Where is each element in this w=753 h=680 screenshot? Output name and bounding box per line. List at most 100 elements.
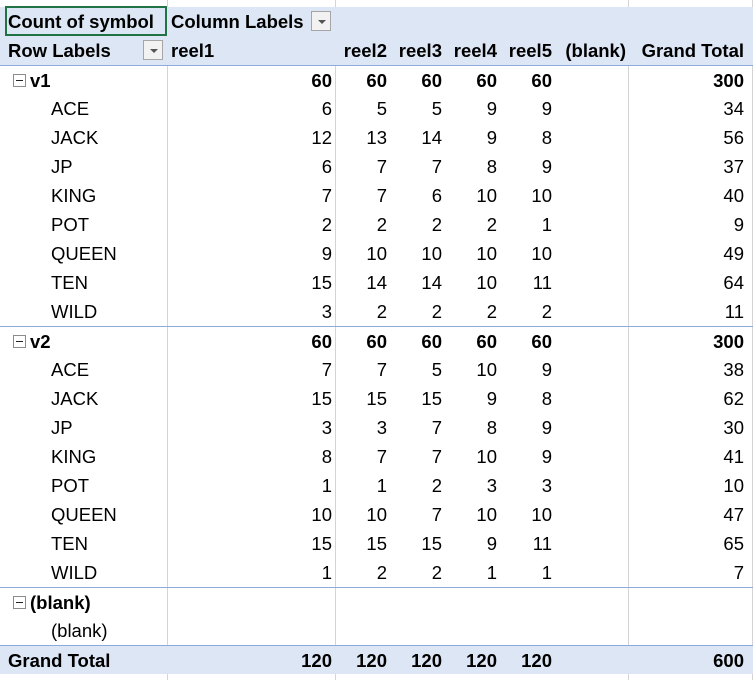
- item-value[interactable]: [556, 210, 626, 239]
- group-total-value[interactable]: 60: [335, 66, 387, 95]
- item-value[interactable]: 9: [445, 529, 497, 558]
- group-label[interactable]: v2: [30, 327, 51, 356]
- column-labels-header[interactable]: Column Labels: [171, 7, 304, 36]
- item-value[interactable]: [556, 616, 626, 645]
- grand-total-value[interactable]: 120: [335, 646, 387, 675]
- item-value[interactable]: 2: [390, 558, 442, 587]
- item-value[interactable]: [628, 616, 744, 645]
- collapse-button[interactable]: [13, 596, 26, 609]
- group-total-value[interactable]: [390, 588, 442, 617]
- item-value[interactable]: 10: [445, 355, 497, 384]
- item-label[interactable]: ACE: [51, 94, 89, 123]
- grand-total-value[interactable]: 120: [280, 646, 332, 675]
- group-total-value[interactable]: 60: [390, 327, 442, 356]
- item-label[interactable]: KING: [51, 442, 96, 471]
- item-value[interactable]: 9: [500, 94, 552, 123]
- group-total-value[interactable]: 60: [445, 327, 497, 356]
- item-value[interactable]: [556, 181, 626, 210]
- grand-total-value[interactable]: 120: [500, 646, 552, 675]
- item-label[interactable]: TEN: [51, 529, 88, 558]
- item-value[interactable]: 2: [390, 297, 442, 326]
- item-value[interactable]: 40: [628, 181, 744, 210]
- item-value[interactable]: 7: [280, 181, 332, 210]
- item-value[interactable]: 3: [335, 413, 387, 442]
- item-value[interactable]: 37: [628, 152, 744, 181]
- item-value[interactable]: 10: [445, 442, 497, 471]
- column-header-reel3[interactable]: reel3: [390, 36, 442, 65]
- group-total-value[interactable]: 60: [335, 327, 387, 356]
- item-value[interactable]: 2: [390, 471, 442, 500]
- item-value[interactable]: [556, 529, 626, 558]
- grand-total-value[interactable]: 120: [445, 646, 497, 675]
- item-value[interactable]: 3: [445, 471, 497, 500]
- item-value[interactable]: 15: [390, 529, 442, 558]
- item-value[interactable]: 1: [280, 471, 332, 500]
- item-value[interactable]: 10: [628, 471, 744, 500]
- item-value[interactable]: 10: [500, 500, 552, 529]
- item-value[interactable]: 49: [628, 239, 744, 268]
- group-total-value[interactable]: 60: [390, 66, 442, 95]
- item-value[interactable]: 13: [335, 123, 387, 152]
- row-labels-header[interactable]: Row Labels: [8, 36, 111, 65]
- item-value[interactable]: 12: [280, 123, 332, 152]
- item-value[interactable]: 8: [500, 384, 552, 413]
- item-value[interactable]: [556, 268, 626, 297]
- item-value[interactable]: [556, 500, 626, 529]
- item-value[interactable]: 15: [390, 384, 442, 413]
- grand-total-value[interactable]: 600: [628, 646, 744, 675]
- grand-total-label[interactable]: Grand Total: [8, 646, 110, 675]
- group-total-value[interactable]: 60: [500, 66, 552, 95]
- item-value[interactable]: 6: [280, 94, 332, 123]
- item-value[interactable]: 2: [445, 210, 497, 239]
- item-value[interactable]: 11: [500, 529, 552, 558]
- item-label[interactable]: QUEEN: [51, 500, 117, 529]
- item-value[interactable]: 3: [500, 471, 552, 500]
- group-total-value[interactable]: [556, 588, 626, 617]
- item-value[interactable]: 10: [445, 181, 497, 210]
- item-value[interactable]: 2: [500, 297, 552, 326]
- item-value[interactable]: 34: [628, 94, 744, 123]
- item-value[interactable]: 41: [628, 442, 744, 471]
- item-value[interactable]: 2: [280, 210, 332, 239]
- column-header-reel5[interactable]: reel5: [500, 36, 552, 65]
- item-label[interactable]: QUEEN: [51, 239, 117, 268]
- item-value[interactable]: 5: [335, 94, 387, 123]
- item-value[interactable]: 8: [445, 413, 497, 442]
- group-total-value[interactable]: [280, 588, 332, 617]
- item-value[interactable]: 2: [445, 297, 497, 326]
- item-value[interactable]: 14: [335, 268, 387, 297]
- item-value[interactable]: 7: [335, 152, 387, 181]
- item-value[interactable]: 7: [390, 500, 442, 529]
- item-value[interactable]: 7: [390, 152, 442, 181]
- item-value[interactable]: 2: [335, 558, 387, 587]
- item-value[interactable]: [556, 442, 626, 471]
- item-value[interactable]: 10: [500, 239, 552, 268]
- group-label[interactable]: (blank): [30, 588, 91, 617]
- item-value[interactable]: [556, 152, 626, 181]
- group-total-value[interactable]: 60: [445, 66, 497, 95]
- column-header-reel4[interactable]: reel4: [445, 36, 497, 65]
- item-value[interactable]: [500, 616, 552, 645]
- item-value[interactable]: 6: [280, 152, 332, 181]
- item-value[interactable]: 7: [335, 442, 387, 471]
- item-value[interactable]: 10: [445, 239, 497, 268]
- item-value[interactable]: 9: [500, 413, 552, 442]
- grand-total-value[interactable]: 120: [390, 646, 442, 675]
- item-value[interactable]: 1: [500, 558, 552, 587]
- item-value[interactable]: [556, 558, 626, 587]
- item-value[interactable]: 10: [335, 239, 387, 268]
- item-value[interactable]: 9: [445, 94, 497, 123]
- item-value[interactable]: 1: [445, 558, 497, 587]
- item-value[interactable]: 15: [280, 529, 332, 558]
- item-value[interactable]: [335, 616, 387, 645]
- group-total-value[interactable]: 60: [500, 327, 552, 356]
- group-label[interactable]: v1: [30, 66, 51, 95]
- row-labels-filter-button[interactable]: [143, 40, 163, 60]
- item-value[interactable]: 9: [628, 210, 744, 239]
- item-label[interactable]: TEN: [51, 268, 88, 297]
- item-value[interactable]: 15: [280, 268, 332, 297]
- grand-total-value[interactable]: [556, 646, 626, 675]
- item-label[interactable]: JACK: [51, 123, 98, 152]
- item-label[interactable]: POT: [51, 471, 89, 500]
- item-value[interactable]: 14: [390, 268, 442, 297]
